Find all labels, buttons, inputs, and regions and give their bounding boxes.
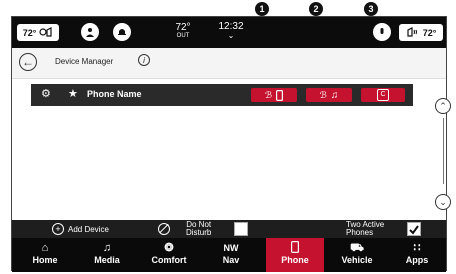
nav-phone[interactable]: Phone bbox=[266, 238, 324, 272]
outside-temp-value: 72° bbox=[175, 22, 191, 33]
outside-temp-label: OUT bbox=[176, 33, 190, 39]
heated-seat-icon bbox=[39, 26, 53, 39]
callout-3: 3 bbox=[364, 2, 378, 16]
info-icon[interactable]: i bbox=[138, 54, 150, 66]
profile-button[interactable] bbox=[81, 23, 99, 41]
nav-media[interactable]: ♫ Media bbox=[78, 238, 136, 272]
carplay-button[interactable]: C bbox=[361, 88, 405, 102]
scroll-up-button[interactable]: ⌃ bbox=[435, 98, 451, 114]
passenger-climate-button[interactable]: 72° bbox=[399, 24, 443, 41]
scroll-down-button[interactable]: ⌄ bbox=[435, 194, 451, 210]
carplay-icon: C bbox=[377, 89, 389, 101]
back-button[interactable]: ← bbox=[19, 53, 37, 71]
nav-apps[interactable]: ∷ Apps bbox=[388, 238, 446, 272]
add-device-button[interactable]: + Add Device bbox=[52, 220, 109, 238]
device-name: Phone Name bbox=[87, 89, 142, 99]
car-icon: ⛟ bbox=[350, 242, 364, 254]
person-icon bbox=[86, 28, 94, 37]
bluetooth-icon: ℬ bbox=[319, 89, 327, 100]
phone-icon bbox=[266, 241, 324, 255]
microphone-icon bbox=[380, 28, 384, 34]
gear-icon[interactable]: ⚙ bbox=[41, 87, 51, 100]
nav-nav[interactable]: NW Nav bbox=[202, 238, 260, 272]
notifications-button[interactable] bbox=[113, 23, 131, 41]
scrollbar-track[interactable] bbox=[443, 118, 444, 184]
bell-icon bbox=[118, 29, 126, 35]
phone-icon bbox=[276, 89, 284, 101]
grid-icon: ∷ bbox=[413, 242, 421, 254]
device-row[interactable]: ⚙ ★ Phone Name ℬ ℬ ♫ C bbox=[31, 84, 413, 106]
page-header: ← Device Manager i bbox=[12, 48, 446, 79]
arrow-left-icon: ← bbox=[22, 55, 34, 69]
add-device-label: Add Device bbox=[68, 224, 109, 234]
two-active-phones-checkbox[interactable] bbox=[407, 222, 421, 236]
nav-home[interactable]: ⌂ Home bbox=[16, 238, 74, 272]
bottom-nav: ⌂ Home ♫ Media ❂ Comfort NW Nav Phone ⛟ … bbox=[12, 238, 446, 272]
home-icon: ⌂ bbox=[41, 242, 49, 254]
star-icon[interactable]: ★ bbox=[68, 87, 78, 100]
callout-1: 1 bbox=[255, 2, 269, 16]
fan-icon: ❂ bbox=[164, 242, 174, 254]
driver-temp: 72° bbox=[22, 27, 37, 38]
clock-dropdown[interactable]: 12:32 ⌄ bbox=[214, 21, 248, 40]
device-manager-panel: ← Device Manager i ⚙ ★ Phone Name ℬ ℬ ♫ … bbox=[12, 48, 451, 220]
compass-icon: NW bbox=[223, 243, 239, 253]
top-status-bar: 72° 72° OUT 12:32 ⌄ 72° bbox=[12, 17, 446, 48]
heated-seat-icon bbox=[406, 26, 420, 39]
page-title: Device Manager bbox=[55, 57, 114, 66]
do-not-disturb-toggle[interactable]: Do Not Disturb bbox=[158, 220, 211, 238]
phone-connect-button[interactable]: ℬ bbox=[251, 88, 297, 102]
infotainment-screen: 72° 72° OUT 12:32 ⌄ 72° ← Device Manager… bbox=[11, 16, 451, 272]
bluetooth-icon: ℬ bbox=[264, 89, 273, 100]
dnd-label: Do Not Disturb bbox=[186, 220, 212, 237]
voice-button[interactable] bbox=[373, 23, 391, 41]
options-bar: + Add Device Do Not Disturb Two Active Ph… bbox=[12, 220, 446, 238]
nav-comfort[interactable]: ❂ Comfort bbox=[140, 238, 198, 272]
music-note-icon: ♫ bbox=[330, 89, 339, 101]
passenger-temp: 72° bbox=[422, 27, 437, 38]
chevron-up-icon: ⌃ bbox=[439, 100, 447, 111]
dnd-checkbox[interactable] bbox=[234, 222, 248, 236]
music-note-icon: ♫ bbox=[102, 242, 112, 254]
plus-circle-icon: + bbox=[52, 223, 64, 235]
chevron-down-icon: ⌄ bbox=[227, 31, 235, 40]
driver-climate-button[interactable]: 72° bbox=[17, 24, 59, 41]
audio-connect-button[interactable]: ℬ ♫ bbox=[306, 88, 352, 102]
chevron-down-icon: ⌄ bbox=[439, 196, 447, 207]
two-active-phones-label: Two Active Phones bbox=[346, 220, 385, 237]
outside-temp: 72° OUT bbox=[172, 22, 194, 39]
do-not-disturb-icon bbox=[158, 223, 170, 235]
nav-vehicle[interactable]: ⛟ Vehicle bbox=[328, 238, 386, 272]
checkmark-icon bbox=[409, 225, 419, 235]
callout-2: 2 bbox=[309, 2, 323, 16]
